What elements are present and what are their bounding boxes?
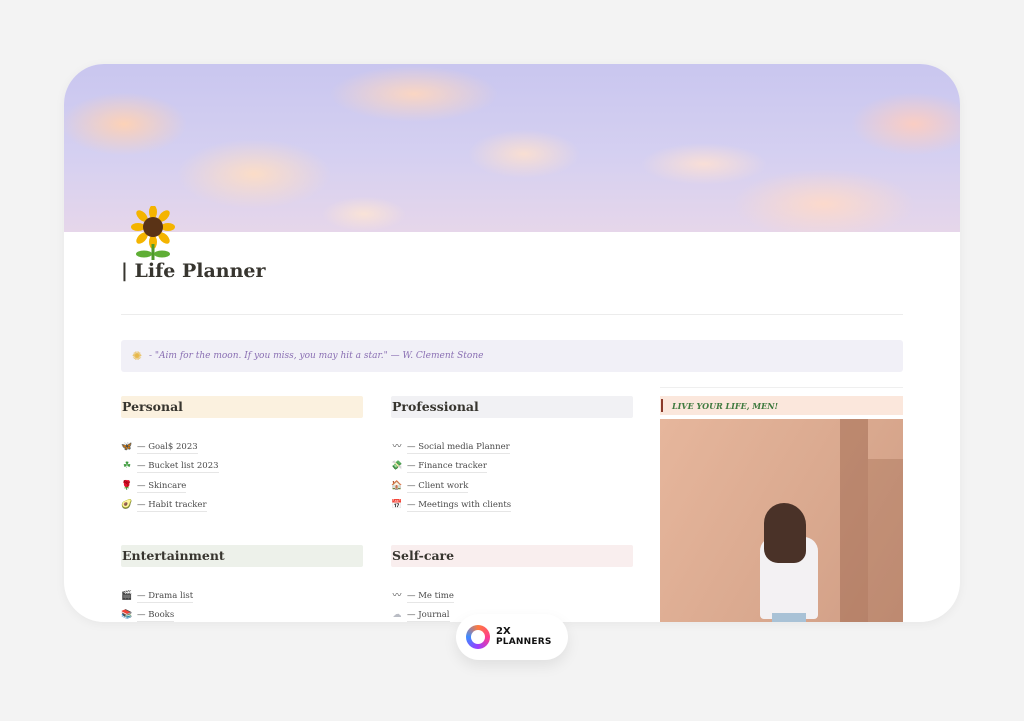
planner-page: | Life Planner ✺ - "Aim for the moon. If… (64, 64, 960, 622)
clapper-icon: 🎬 (121, 591, 133, 601)
butterfly-icon: 🦋 (121, 442, 133, 452)
money-icon: 💸 (391, 461, 403, 472)
list-item[interactable]: 〰 — Me time (391, 587, 633, 606)
list-item[interactable]: 📅 — Meetings with clients (391, 496, 633, 515)
house-icon: 🏠 (391, 480, 403, 491)
link-goals[interactable]: — Goal$ 2023 (137, 441, 198, 455)
motto-text: LIVE YOUR LIFE, MEN! (672, 400, 779, 411)
section-heading: Personal (121, 396, 363, 418)
figure-hair (764, 503, 806, 563)
divider (660, 387, 903, 388)
brand-logo-icon (466, 625, 490, 649)
list-item[interactable]: 📚 — Books (121, 606, 363, 622)
section-personal: Personal 🦋 — Goal$ 2023 ☘ — Bucket list 20… (121, 396, 363, 515)
woman-photo (660, 419, 903, 622)
link-skincare[interactable]: — Skincare (137, 480, 187, 493)
link-me-time[interactable]: — Me time (407, 590, 454, 604)
divider (121, 314, 903, 315)
sunflower-icon[interactable] (130, 205, 176, 262)
figure-jeans (772, 613, 806, 622)
clover-icon: ☘ (122, 461, 132, 472)
list-item[interactable]: 💸 — Finance tracker (391, 457, 633, 476)
brand-name: 2X PLANNERS (496, 626, 552, 648)
sun-icon: ✺ (131, 349, 143, 363)
link-drama-list[interactable]: — Drama list (137, 590, 194, 604)
brand-badge[interactable]: 2X PLANNERS (456, 614, 568, 660)
quote-text: - "Aim for the moon. If you miss, you ma… (149, 351, 484, 361)
page-title: | Life Planner (121, 260, 266, 282)
list-item[interactable]: 🦋 — Goal$ 2023 (121, 438, 363, 457)
link-books[interactable]: — Books (137, 609, 175, 622)
cover-image (64, 64, 960, 232)
rose-icon: 🌹 (121, 480, 133, 491)
section-heading: Self-care (391, 545, 633, 567)
calendar-icon: 📅 (391, 499, 403, 510)
list-item[interactable]: 🏠 — Client work (391, 477, 633, 496)
list-item[interactable]: 🎬 — Drama list (121, 587, 363, 606)
link-habit-tracker[interactable]: — Habit tracker (137, 499, 207, 513)
brand-line-1: 2X (496, 626, 511, 637)
section-entertainment: Entertainment 🎬 — Drama list 📚 — Books (121, 545, 363, 622)
list-item[interactable]: 〰 — Social media Planner (391, 438, 633, 457)
section-professional: Professional 〰 — Social media Planner 💸 — … (391, 396, 633, 515)
section-heading: Entertainment (121, 545, 363, 567)
list-item[interactable]: 🥑 — Habit tracker (121, 496, 363, 515)
section-selfcare: Self-care 〰 — Me time ☁ — Journal (391, 545, 633, 622)
link-finance-tracker[interactable]: — Finance tracker (407, 460, 487, 474)
quote-callout: ✺ - "Aim for the moon. If you miss, you … (121, 340, 903, 372)
list-item[interactable]: 🌹 — Skincare (121, 477, 363, 496)
link-client-work[interactable]: — Client work (407, 480, 469, 493)
link-journal[interactable]: — Journal (407, 609, 450, 622)
wave-icon: 〰 (392, 591, 402, 601)
motto-callout: LIVE YOUR LIFE, MEN! (660, 396, 903, 415)
accent-bar (661, 399, 663, 412)
link-meetings[interactable]: — Meetings with clients (407, 499, 512, 513)
avocado-icon: 🥑 (121, 499, 133, 510)
section-heading: Professional (391, 396, 633, 418)
wave-icon: 〰 (392, 442, 402, 452)
link-social-media-planner[interactable]: — Social media Planner (407, 441, 510, 455)
cloud-icon: ☁ (392, 610, 402, 621)
link-bucket-list[interactable]: — Bucket list 2023 (137, 460, 219, 474)
wall-shadow (868, 459, 903, 622)
brand-line-2: PLANNERS (496, 637, 552, 647)
books-icon: 📚 (121, 610, 133, 621)
wall-shadow (840, 419, 868, 622)
list-item[interactable]: ☘ — Bucket list 2023 (121, 457, 363, 476)
